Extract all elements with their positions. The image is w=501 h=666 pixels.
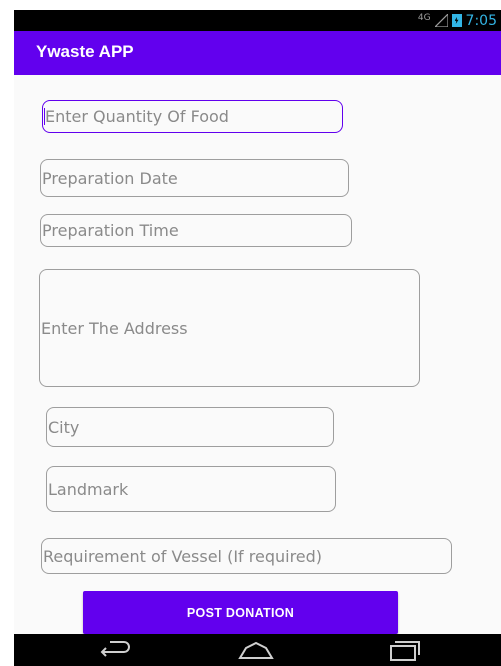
battery-icon (451, 14, 462, 27)
back-icon[interactable] (94, 638, 134, 662)
landmark-placeholder: Landmark (48, 479, 129, 499)
post-donation-button[interactable]: POST DONATION (83, 591, 398, 634)
vessel-requirement-input[interactable]: Requirement of Vessel (If required) (41, 538, 452, 574)
preparation-time-placeholder: Preparation Time (42, 221, 179, 240)
food-quantity-input[interactable]: Enter Quantity Of Food (42, 100, 343, 133)
home-icon[interactable] (236, 638, 276, 662)
address-input[interactable]: Enter The Address (39, 269, 420, 387)
status-icons: 4G 7:05 (418, 10, 497, 31)
vessel-requirement-placeholder: Requirement of Vessel (If required) (43, 546, 323, 566)
city-input[interactable]: City (46, 407, 334, 447)
app-bar: Ywaste APP (14, 31, 501, 75)
preparation-time-input[interactable]: Preparation Time (40, 214, 352, 247)
navigation-bar (14, 634, 501, 666)
status-bar: 4G 7:05 (14, 10, 501, 31)
address-placeholder: Enter The Address (41, 318, 188, 338)
signal-icon (434, 14, 448, 27)
food-quantity-placeholder: Enter Quantity Of Food (45, 107, 229, 126)
landmark-input[interactable]: Landmark (46, 466, 336, 512)
status-time: 7:05 (465, 12, 497, 29)
app-title: Ywaste APP (36, 42, 134, 61)
network-type: 4G (417, 12, 431, 23)
recents-icon[interactable] (384, 638, 424, 662)
city-placeholder: City (48, 417, 80, 437)
preparation-date-placeholder: Preparation Date (42, 168, 178, 188)
preparation-date-input[interactable]: Preparation Date (40, 159, 349, 197)
